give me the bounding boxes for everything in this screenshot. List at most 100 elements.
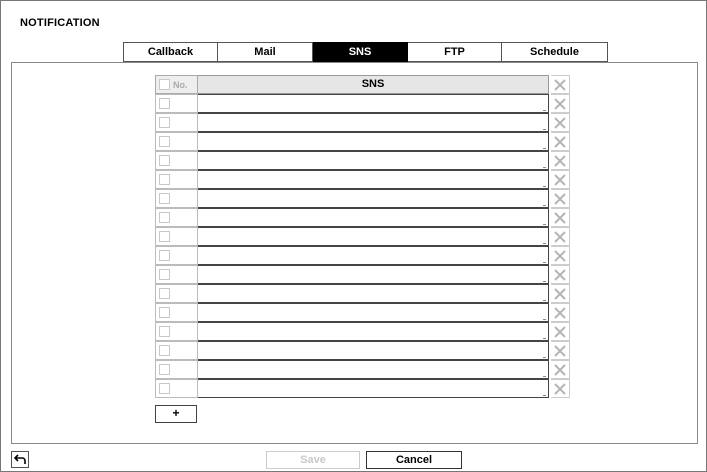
table-row xyxy=(155,303,577,322)
table-row xyxy=(155,189,577,208)
sns-entry-field[interactable] xyxy=(198,151,549,170)
row-checkbox[interactable] xyxy=(159,136,170,147)
tab-schedule[interactable]: Schedule xyxy=(502,42,608,62)
delete-row-button[interactable] xyxy=(551,151,570,170)
delete-row-button[interactable] xyxy=(551,303,570,322)
delete-row-button[interactable] xyxy=(551,227,570,246)
row-select-cell[interactable] xyxy=(155,170,198,189)
tab-ftp[interactable]: FTP xyxy=(408,42,502,62)
select-all-cell[interactable]: No. xyxy=(155,75,198,94)
row-checkbox[interactable] xyxy=(159,98,170,109)
table-row xyxy=(155,151,577,170)
row-select-cell[interactable] xyxy=(155,341,198,360)
row-checkbox[interactable] xyxy=(159,383,170,394)
edit-corner-icon xyxy=(543,110,546,111)
row-checkbox[interactable] xyxy=(159,155,170,166)
tab-sns[interactable]: SNS xyxy=(313,42,408,62)
delete-row-button[interactable] xyxy=(551,94,570,113)
row-select-cell[interactable] xyxy=(155,151,198,170)
row-select-cell[interactable] xyxy=(155,303,198,322)
row-checkbox[interactable] xyxy=(159,307,170,318)
row-select-cell[interactable] xyxy=(155,113,198,132)
add-sns-button[interactable]: + xyxy=(155,405,197,423)
back-button[interactable] xyxy=(11,451,29,468)
sns-entry-field[interactable] xyxy=(198,379,549,398)
cancel-button[interactable]: Cancel xyxy=(366,451,462,469)
delete-row-button[interactable] xyxy=(551,170,570,189)
sns-entry-field[interactable] xyxy=(198,246,549,265)
table-row xyxy=(155,341,577,360)
row-select-cell[interactable] xyxy=(155,265,198,284)
sns-entry-field[interactable] xyxy=(198,189,549,208)
row-checkbox[interactable] xyxy=(159,326,170,337)
row-select-cell[interactable] xyxy=(155,189,198,208)
sns-entry-field[interactable] xyxy=(198,284,549,303)
row-checkbox[interactable] xyxy=(159,345,170,356)
sns-entry-field[interactable] xyxy=(198,170,549,189)
sns-entry-field[interactable] xyxy=(198,208,549,227)
edit-corner-icon xyxy=(543,319,546,320)
delete-row-button[interactable] xyxy=(551,113,570,132)
table-row xyxy=(155,246,577,265)
delete-row-button[interactable] xyxy=(551,341,570,360)
row-checkbox[interactable] xyxy=(159,250,170,261)
close-icon xyxy=(554,97,566,110)
delete-all-button[interactable] xyxy=(551,75,570,94)
row-checkbox[interactable] xyxy=(159,231,170,242)
row-select-cell[interactable] xyxy=(155,379,198,398)
delete-row-button[interactable] xyxy=(551,132,570,151)
table-row xyxy=(155,360,577,379)
edit-corner-icon xyxy=(543,338,546,339)
sns-entry-field[interactable] xyxy=(198,322,549,341)
edit-corner-icon xyxy=(543,376,546,377)
sns-entry-field[interactable] xyxy=(198,113,549,132)
sns-entry-field[interactable] xyxy=(198,132,549,151)
close-icon xyxy=(554,249,566,262)
row-checkbox[interactable] xyxy=(159,193,170,204)
sns-entry-field[interactable] xyxy=(198,360,549,379)
row-checkbox[interactable] xyxy=(159,174,170,185)
save-button[interactable]: Save xyxy=(266,451,360,469)
tab-mail[interactable]: Mail xyxy=(218,42,313,62)
delete-row-button[interactable] xyxy=(551,379,570,398)
row-select-cell[interactable] xyxy=(155,208,198,227)
delete-row-button[interactable] xyxy=(551,208,570,227)
select-all-checkbox[interactable] xyxy=(159,79,170,90)
delete-row-button[interactable] xyxy=(551,246,570,265)
table-header-row: No. SNS xyxy=(155,75,577,94)
sns-entry-field[interactable] xyxy=(198,341,549,360)
row-checkbox[interactable] xyxy=(159,212,170,223)
row-select-cell[interactable] xyxy=(155,322,198,341)
delete-row-button[interactable] xyxy=(551,265,570,284)
row-checkbox[interactable] xyxy=(159,269,170,280)
row-select-cell[interactable] xyxy=(155,132,198,151)
row-select-cell[interactable] xyxy=(155,360,198,379)
row-select-cell[interactable] xyxy=(155,284,198,303)
sns-entry-field[interactable] xyxy=(198,227,549,246)
close-icon xyxy=(554,192,566,205)
row-select-cell[interactable] xyxy=(155,94,198,113)
row-checkbox[interactable] xyxy=(159,364,170,375)
delete-row-button[interactable] xyxy=(551,284,570,303)
row-select-cell[interactable] xyxy=(155,246,198,265)
delete-row-button[interactable] xyxy=(551,189,570,208)
delete-row-button[interactable] xyxy=(551,360,570,379)
row-checkbox[interactable] xyxy=(159,288,170,299)
edit-corner-icon xyxy=(543,262,546,263)
delete-row-button[interactable] xyxy=(551,322,570,341)
sns-entry-field[interactable] xyxy=(198,303,549,322)
sns-entry-field[interactable] xyxy=(198,265,549,284)
table-row xyxy=(155,322,577,341)
close-icon xyxy=(554,344,566,357)
close-icon xyxy=(554,116,566,129)
edit-corner-icon xyxy=(543,300,546,301)
sns-entry-field[interactable] xyxy=(198,94,549,113)
table-row xyxy=(155,132,577,151)
row-checkbox[interactable] xyxy=(159,117,170,128)
sns-panel: No. SNS + xyxy=(11,62,698,444)
close-icon xyxy=(554,306,566,319)
row-select-cell[interactable] xyxy=(155,227,198,246)
edit-corner-icon xyxy=(543,167,546,168)
tab-callback[interactable]: Callback xyxy=(123,42,218,62)
table-row xyxy=(155,265,577,284)
